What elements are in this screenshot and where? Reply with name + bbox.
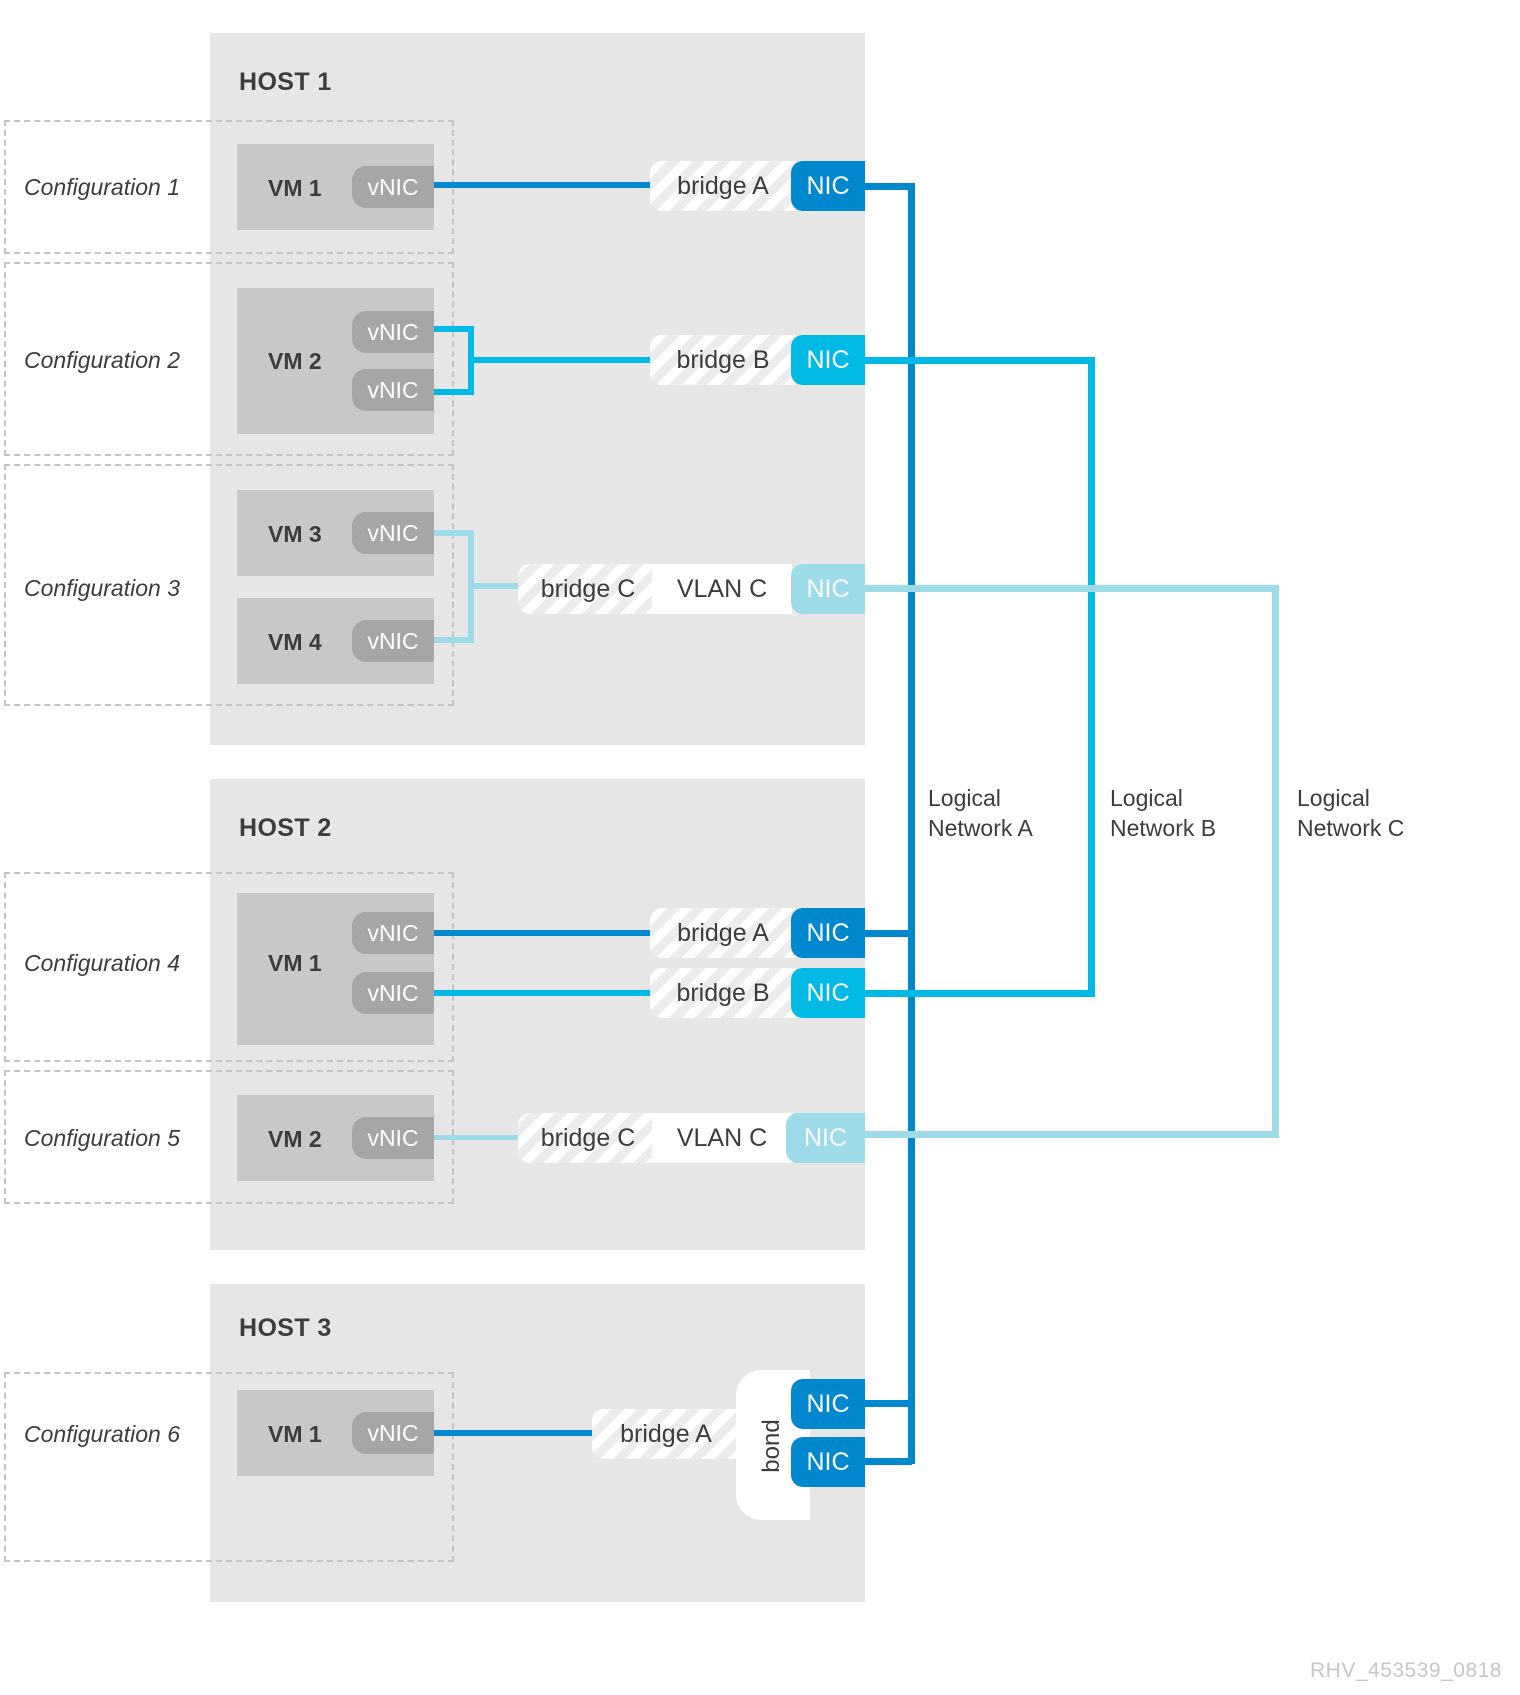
vnic-h2vm1-2: vNIC <box>352 972 434 1014</box>
host-title-2: HOST 2 <box>239 814 332 842</box>
bus-net-a-stub-host1 <box>862 183 912 190</box>
bridge-a-host1-label: bridge A <box>677 171 769 200</box>
vnic-h1vm3-1: vNIC <box>352 512 434 554</box>
wire-h3vm1-bridgea <box>434 1430 598 1436</box>
bridge-c-host2: bridge C <box>518 1113 658 1163</box>
config-label-3: Configuration 3 <box>24 575 180 601</box>
bus-net-a-stub-host2 <box>862 930 912 937</box>
bus-net-a-trunk <box>908 183 915 1464</box>
vm-label-h1vm1: VM 1 <box>268 175 322 201</box>
vlan-c-host1: VLAN C <box>652 564 792 614</box>
vnic-h2vm2-1: vNIC <box>352 1117 434 1159</box>
vnic-h1vm2-2: vNIC <box>352 369 434 411</box>
nic-a-host3-2: NIC <box>791 1437 865 1487</box>
logical-network-a-label: Logical Network A <box>928 785 1033 841</box>
vm-label-h1vm3: VM 3 <box>268 521 322 547</box>
wire-h1vm1-bridgea <box>434 182 656 188</box>
bus-net-b-stub-host1 <box>862 357 1095 364</box>
vnic-h1vm2-1: vNIC <box>352 311 434 353</box>
vm-label-h1vm4: VM 4 <box>268 629 322 655</box>
bridge-b-host2-label: bridge B <box>676 978 770 1007</box>
logical-network-b-label: Logical Network B <box>1110 785 1217 841</box>
footer-image-id: RHV_453539_0818 <box>1310 1659 1502 1682</box>
bridge-c-host2-label: bridge C <box>540 1123 636 1152</box>
bus-net-b-stub-host2 <box>862 990 1095 997</box>
bridge-a-host2: bridge A <box>650 908 796 958</box>
bridge-a-host3-label: bridge A <box>620 1419 712 1448</box>
logical-network-c-label: Logical Network C <box>1297 785 1405 841</box>
wire-h2vm1-bridgeb <box>434 990 656 996</box>
config-label-2: Configuration 2 <box>24 347 180 373</box>
bus-net-c-trunk <box>1272 585 1279 1138</box>
bond-label: bond <box>758 1419 785 1473</box>
bridge-b-host1-label: bridge B <box>676 345 770 374</box>
nic-a-host3-1: NIC <box>791 1379 865 1429</box>
bridge-b-host1: bridge B <box>650 335 796 385</box>
bridge-a-host1: bridge A <box>650 161 796 211</box>
vm-label-h1vm2: VM 2 <box>268 348 322 374</box>
bus-net-c-stub-host1 <box>862 585 1279 592</box>
host-title-3: HOST 3 <box>239 1314 332 1342</box>
bus-net-a-stub-host3-nic1 <box>862 1400 912 1407</box>
wire-h2vm2-bridgec <box>434 1135 526 1140</box>
vnic-h3vm1-1: vNIC <box>352 1412 434 1454</box>
wire-h2vm1-bridgea <box>434 930 656 936</box>
nic-b-host2: NIC <box>791 968 865 1018</box>
vnic-h2vm1-1: vNIC <box>352 912 434 954</box>
bus-net-b-trunk <box>1088 357 1095 991</box>
config-label-4: Configuration 4 <box>24 950 180 976</box>
bus-net-c-stub-host2 <box>862 1131 1279 1138</box>
vm-label-h3vm1: VM 1 <box>268 1421 322 1447</box>
host-title-1: HOST 1 <box>239 68 332 96</box>
bus-net-a-stub-host3-nic2 <box>862 1458 912 1465</box>
bridge-a-host3: bridge A <box>592 1409 740 1459</box>
bridge-b-host2: bridge B <box>650 968 796 1018</box>
vm-box-h1vm2 <box>237 288 434 434</box>
config-label-6: Configuration 6 <box>24 1421 180 1447</box>
vnic-h1vm1-1: vNIC <box>352 166 434 208</box>
nic-c-host1: NIC <box>791 564 865 614</box>
config-label-1: Configuration 1 <box>24 174 180 200</box>
vm-label-h2vm1: VM 1 <box>268 950 322 976</box>
diagram-canvas: HOST 1 Configuration 1 VM 1 vNIC bridge … <box>0 0 1520 1695</box>
nic-c-host2: NIC <box>786 1113 865 1163</box>
bridge-c-host1: bridge C <box>518 564 658 614</box>
config-label-5: Configuration 5 <box>24 1125 180 1151</box>
wire-h1vm2-bridgeb <box>468 357 658 363</box>
nic-a-host2: NIC <box>791 908 865 958</box>
nic-b-host1: NIC <box>791 335 865 385</box>
vnic-h1vm4-1: vNIC <box>352 620 434 662</box>
nic-a-host1: NIC <box>791 161 865 211</box>
vlan-c-host2: VLAN C <box>652 1113 792 1163</box>
bridge-a-host2-label: bridge A <box>677 918 769 947</box>
vm-label-h2vm2: VM 2 <box>268 1126 322 1152</box>
bridge-c-host1-label: bridge C <box>540 574 636 603</box>
